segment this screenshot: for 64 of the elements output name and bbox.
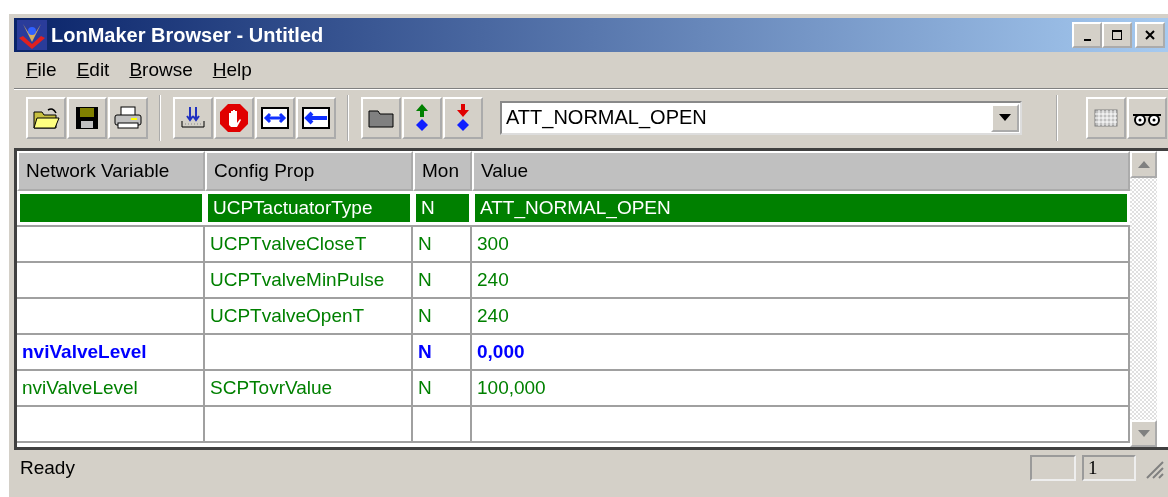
app-logo-icon [17, 20, 47, 50]
printer-icon [113, 104, 143, 131]
monitor-button[interactable] [1127, 96, 1167, 139]
scrollbar[interactable] [1130, 151, 1157, 447]
table-cell: nviValveLevel [17, 371, 205, 405]
folder-button[interactable] [361, 96, 401, 139]
back-button[interactable] [296, 96, 336, 139]
table-cell: UCPTvalveMinPulse [205, 263, 413, 297]
stop-hand-icon [219, 102, 249, 133]
table-row[interactable]: UCPTvalveCloseT N 300 [17, 227, 1130, 263]
table-cell: SCPTovrValue [205, 371, 413, 405]
caret-icon [999, 114, 1011, 121]
value-dropdown[interactable]: ATT_NORMAL_OPEN [500, 100, 1022, 135]
column-header[interactable]: Mon [413, 151, 472, 191]
scroll-down-button[interactable] [1130, 420, 1157, 447]
up-arrow-diamond-icon [413, 102, 431, 133]
table-cell: N [413, 299, 472, 333]
table-row[interactable]: UCPTvalveOpenT N 240 [17, 299, 1130, 335]
minimize-icon [1083, 39, 1091, 41]
status-pane: 1 [1082, 455, 1136, 481]
scroll-up-button[interactable] [1130, 151, 1157, 178]
table-cell: N [413, 227, 472, 261]
table-row[interactable]: UCPTvalveMinPulse N 240 [17, 263, 1130, 299]
down-arrow-diamond-icon [454, 102, 472, 133]
table-cell: UCPTvalveOpenT [205, 299, 413, 333]
window-title: LonMaker Browser - Untitled [51, 23, 325, 47]
maximize-icon [1111, 29, 1123, 41]
table-cell: N [413, 191, 472, 225]
close-icon [1144, 29, 1156, 41]
grid-icon [1094, 108, 1118, 127]
column-header[interactable]: Network Variable [17, 151, 205, 191]
folder-icon [32, 105, 60, 130]
table-cell: nviValveLevel [17, 335, 205, 369]
print-button[interactable] [108, 96, 148, 139]
table-cell: UCPTvalveCloseT [205, 227, 413, 261]
arrows-down-icon [179, 104, 207, 131]
maximize-button[interactable] [1102, 22, 1132, 48]
move-down-button[interactable] [443, 96, 483, 139]
menu-item[interactable]: Browse [121, 59, 205, 81]
expand-button[interactable] [255, 96, 295, 139]
dropdown-button[interactable] [991, 103, 1019, 132]
save-button[interactable] [67, 96, 107, 139]
menu-item[interactable]: Help [204, 59, 264, 81]
table-row[interactable]: nviValveLevel N 0,000 [17, 335, 1130, 371]
status-text: Ready [20, 457, 76, 479]
up-arrow-icon [1137, 161, 1150, 168]
menu-item[interactable]: Edit [68, 59, 122, 81]
table-cell: UCPTactuatorType [205, 191, 413, 225]
move-up-button[interactable] [402, 96, 442, 139]
menu-item[interactable]: File [18, 59, 69, 81]
close-button[interactable] [1135, 22, 1165, 48]
column-header[interactable]: Value [472, 151, 1130, 191]
table-cell: ATT_NORMAL_OPEN [472, 191, 1130, 225]
table-cell: N [413, 371, 472, 405]
table-cell: N [413, 335, 472, 369]
download-button[interactable] [173, 96, 213, 139]
down-arrow-icon [1137, 430, 1150, 437]
table-cell: N [413, 263, 472, 297]
open-button[interactable] [26, 96, 66, 139]
status-pane [1030, 455, 1076, 481]
table-row[interactable]: nviValveLevel SCPTovrValue N 100,000 [17, 371, 1130, 407]
stop-button[interactable] [214, 96, 254, 139]
column-header[interactable]: Config Prop [205, 151, 413, 191]
table-row[interactable]: UCPTactuatorType N ATT_NORMAL_OPEN [17, 191, 1130, 227]
